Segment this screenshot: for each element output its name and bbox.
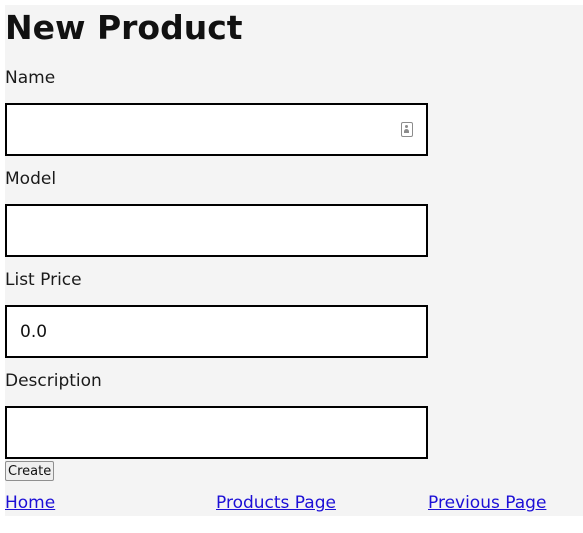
list-price-input[interactable] <box>5 305 428 358</box>
home-link[interactable]: Home <box>5 492 55 514</box>
contact-card-autofill-icon[interactable] <box>401 122 413 137</box>
autofill-icon-head <box>405 125 408 128</box>
model-label: Model <box>5 169 57 189</box>
page-title: New Product <box>5 8 243 47</box>
description-label: Description <box>5 371 102 391</box>
name-label: Name <box>5 68 56 88</box>
name-input[interactable] <box>5 103 428 156</box>
previous-page-link[interactable]: Previous Page <box>428 492 546 514</box>
new-product-page: New Product Name Model List Price Descri… <box>5 5 583 516</box>
model-input[interactable] <box>5 204 428 257</box>
description-input[interactable] <box>5 406 428 459</box>
list-price-label: List Price <box>5 270 82 290</box>
autofill-icon-body <box>404 129 409 133</box>
products-page-link[interactable]: Products Page <box>216 492 336 514</box>
create-button[interactable]: Create <box>5 461 55 481</box>
